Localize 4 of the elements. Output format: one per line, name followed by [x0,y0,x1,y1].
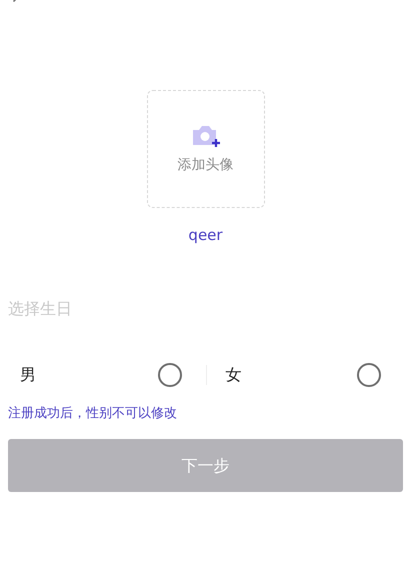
gender-notice: 注册成功后，性别不可以修改 [8,404,178,422]
gender-option[interactable]: 男 [0,356,206,392]
gender-option[interactable]: 女 [206,356,411,392]
nickname: qeer [188,225,223,246]
